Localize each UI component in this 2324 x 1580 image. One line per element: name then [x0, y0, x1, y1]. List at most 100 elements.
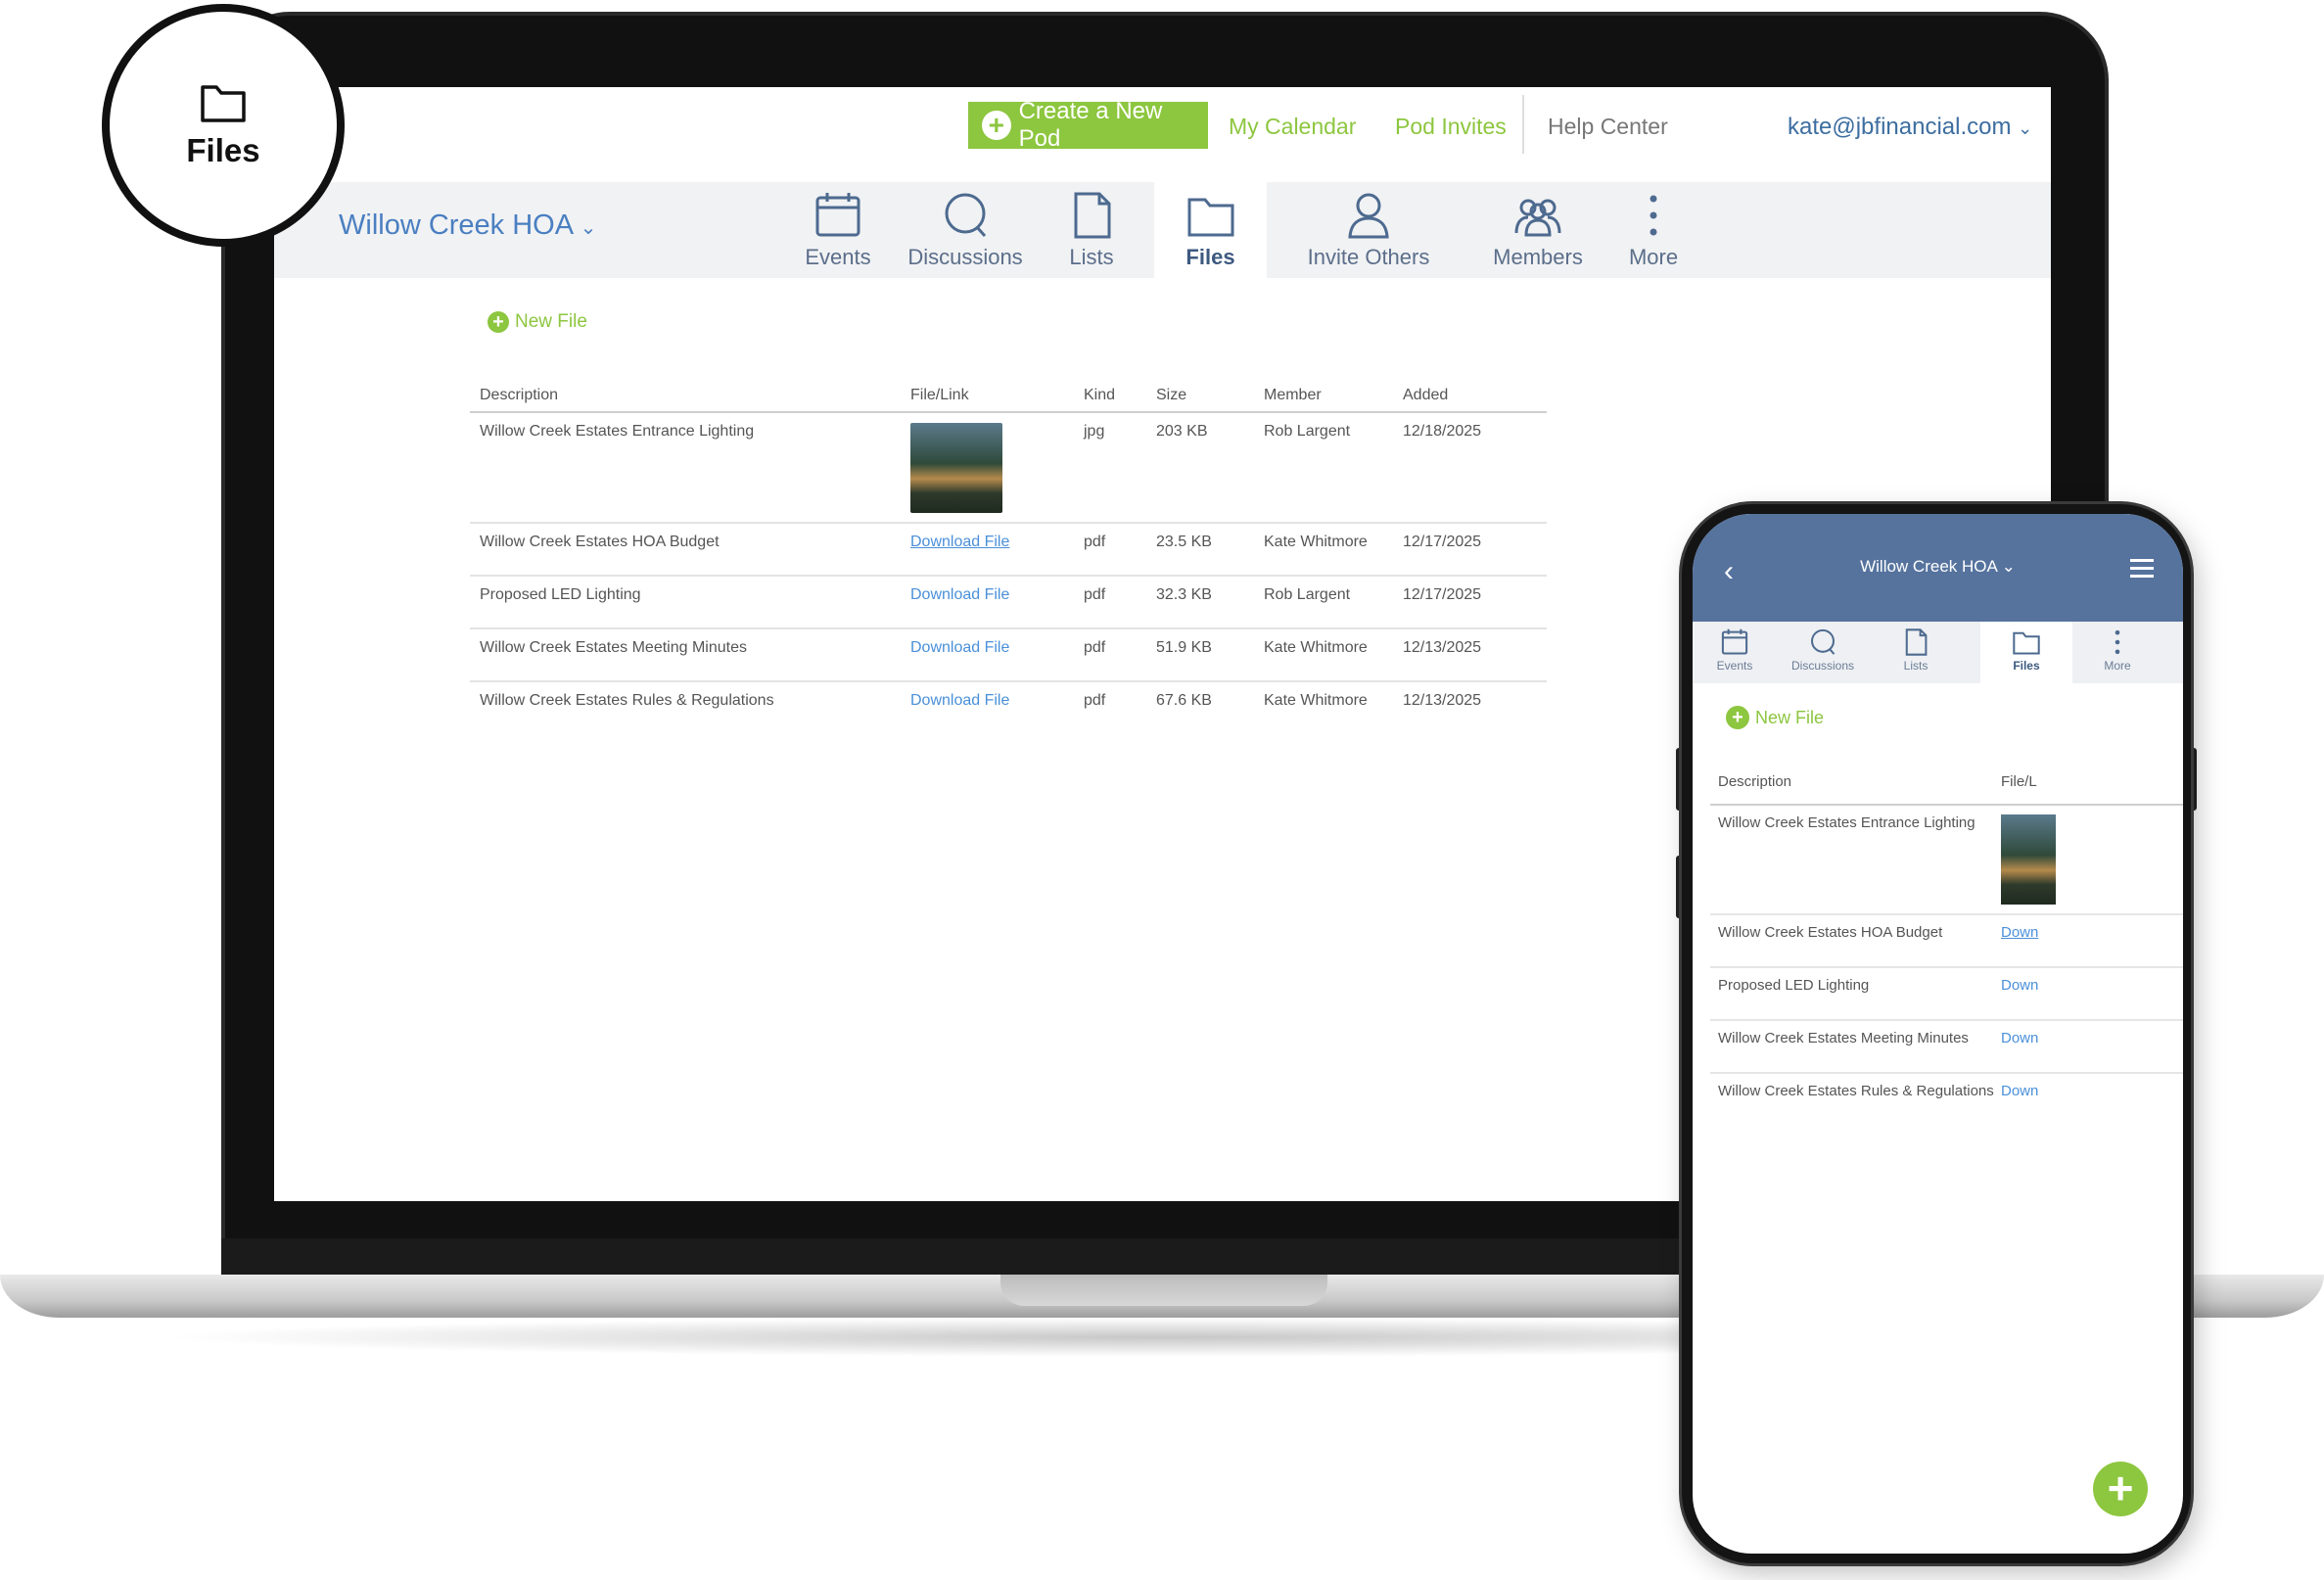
chevron-down-icon: ⌄: [580, 217, 597, 239]
table-row[interactable]: Willow Creek Estates HOA Budget Download…: [470, 524, 1547, 577]
tab-members[interactable]: Members: [1474, 182, 1602, 278]
table-row[interactable]: Willow Creek Estates Entrance Lighting: [1710, 806, 2183, 915]
file-thumbnail[interactable]: [910, 423, 1002, 513]
mobile-app-screen: ‹ Willow Creek HOA ⌄ Events Discussions …: [1693, 514, 2183, 1554]
table-row[interactable]: Willow Creek Estates Meeting Minutes Dow…: [470, 629, 1547, 682]
pod-invites-link[interactable]: Pod Invites: [1395, 114, 1507, 140]
tab-files[interactable]: Files: [1154, 182, 1267, 278]
file-added: 12/13/2025: [1403, 639, 1482, 656]
file-description: Willow Creek Estates HOA Budget: [480, 534, 720, 550]
tab-lists[interactable]: Lists: [1047, 182, 1136, 278]
chevron-down-icon: ⌄: [2018, 118, 2033, 138]
tab-label: More: [2104, 659, 2131, 673]
create-pod-button[interactable]: + Create a New Pod: [968, 98, 1208, 152]
download-file-link[interactable]: Down: [2001, 977, 2038, 994]
tab-discussions[interactable]: Discussions: [897, 182, 1034, 278]
file-description: Willow Creek Estates Meeting Minutes: [1718, 1030, 1969, 1046]
file-member: Rob Largent: [1264, 586, 1351, 603]
tab-more[interactable]: More: [1609, 182, 1697, 278]
tab-files[interactable]: Files: [1980, 622, 2072, 683]
tab-label: Events: [1716, 659, 1753, 673]
more-vertical-icon: [1650, 195, 1657, 236]
mobile-pod-title: Willow Creek HOA: [1860, 557, 1997, 576]
mobile-files-table: Description File/L Willow Creek Estates …: [1710, 765, 2183, 1127]
table-header: Description File/L: [1710, 765, 2183, 806]
file-description: Willow Creek Estates Meeting Minutes: [480, 639, 747, 656]
download-file-link[interactable]: Down: [2001, 1030, 2038, 1046]
calendar-icon: [815, 193, 860, 237]
tab-label: Files: [2013, 659, 2040, 673]
column-header: Description: [1718, 773, 1792, 790]
tab-label: Invite Others: [1307, 245, 1430, 269]
table-row[interactable]: Proposed LED Lighting Download File pdf …: [470, 577, 1547, 629]
file-added: 12/13/2025: [1403, 692, 1482, 709]
my-calendar-link[interactable]: My Calendar: [1229, 114, 1356, 140]
hamburger-menu-icon[interactable]: [2130, 559, 2154, 582]
download-file-link[interactable]: Down: [2001, 1083, 2038, 1099]
plus-icon: +: [488, 311, 509, 333]
file-member: Kate Whitmore: [1264, 639, 1368, 656]
folder-icon: [2013, 631, 2040, 655]
folder-icon: [201, 85, 246, 122]
tab-more[interactable]: More: [2078, 622, 2157, 683]
tab-label: Events: [805, 245, 871, 269]
column-header: File/L: [2001, 773, 2037, 790]
help-center-link[interactable]: Help Center: [1548, 114, 1668, 140]
download-file-link[interactable]: Download File: [910, 639, 1009, 657]
tab-invite-others[interactable]: Invite Others: [1280, 182, 1457, 278]
column-header: Kind: [1084, 387, 1116, 403]
table-row[interactable]: Willow Creek Estates Entrance Lighting j…: [470, 413, 1547, 524]
file-added: 12/17/2025: [1403, 534, 1482, 550]
file-kind: pdf: [1084, 586, 1106, 603]
create-pod-label: Create a New Pod: [1018, 98, 1163, 152]
download-file-link[interactable]: Download File: [910, 534, 1009, 551]
chat-bubble-icon: [945, 193, 987, 237]
file-size: 67.6 KB: [1156, 692, 1212, 709]
tab-label: Discussions: [907, 245, 1023, 269]
tab-lists[interactable]: Lists: [1877, 622, 1955, 683]
laptop-notch: [1000, 1275, 1327, 1306]
user-email: kate@jbfinancial.com: [1788, 114, 2012, 140]
top-bar: + Create a New Pod My Calendar Pod Invit…: [274, 87, 2051, 182]
files-callout-badge: Files: [102, 4, 345, 247]
tab-events[interactable]: Events: [1700, 622, 1769, 683]
download-file-link[interactable]: Down: [2001, 924, 2038, 941]
tab-discussions[interactable]: Discussions: [1771, 622, 1875, 683]
file-description: Willow Creek Estates Rules & Regulations: [480, 692, 774, 709]
file-description: Proposed LED Lighting: [1718, 977, 1870, 994]
tab-label: Lists: [1903, 659, 1929, 673]
table-row[interactable]: Willow Creek Estates Meeting Minutes Dow…: [1710, 1021, 2183, 1074]
table-row[interactable]: Willow Creek Estates Rules & Regulations…: [470, 682, 1547, 735]
table-row[interactable]: Proposed LED Lighting Down: [1710, 968, 2183, 1021]
file-size: 203 KB: [1156, 423, 1208, 440]
tab-label: Files: [1185, 245, 1235, 269]
table-row[interactable]: Willow Creek Estates Rules & Regulations…: [1710, 1074, 2183, 1127]
file-description: Willow Creek Estates Entrance Lighting: [480, 423, 755, 440]
chevron-down-icon: ⌄: [2001, 557, 2016, 576]
folder-icon: [1187, 198, 1233, 237]
file-member: Rob Largent: [1264, 423, 1351, 440]
column-header: Member: [1264, 387, 1322, 403]
file-description: Proposed LED Lighting: [480, 586, 641, 603]
new-file-button[interactable]: + New File: [488, 311, 587, 333]
new-file-button[interactable]: + New File: [1726, 706, 1824, 729]
group-icon: [1514, 199, 1561, 237]
table-row[interactable]: Willow Creek Estates HOA Budget Down: [1710, 915, 2183, 968]
add-button[interactable]: +: [2093, 1462, 2148, 1516]
file-kind: pdf: [1084, 692, 1106, 709]
mobile-pod-nav: Events Discussions Lists Files More: [1693, 622, 2183, 683]
download-file-link[interactable]: Download File: [910, 586, 1009, 604]
user-menu[interactable]: kate@jbfinancial.com ⌄: [1788, 114, 2032, 141]
calendar-icon: [1721, 628, 1748, 655]
pod-selector[interactable]: Willow Creek HOA ⌄: [339, 209, 596, 242]
file-kind: jpg: [1084, 423, 1105, 440]
file-added: 12/17/2025: [1403, 586, 1482, 603]
new-file-label: New File: [515, 311, 587, 332]
file-thumbnail[interactable]: [2001, 814, 2056, 905]
tab-events[interactable]: Events: [793, 182, 883, 278]
files-table: Description File/Link Kind Size Member A…: [470, 377, 1547, 735]
file-kind: pdf: [1084, 534, 1106, 550]
more-vertical-icon: [2115, 629, 2120, 655]
mobile-pod-selector[interactable]: Willow Creek HOA ⌄: [1693, 557, 2183, 577]
download-file-link[interactable]: Download File: [910, 692, 1009, 710]
